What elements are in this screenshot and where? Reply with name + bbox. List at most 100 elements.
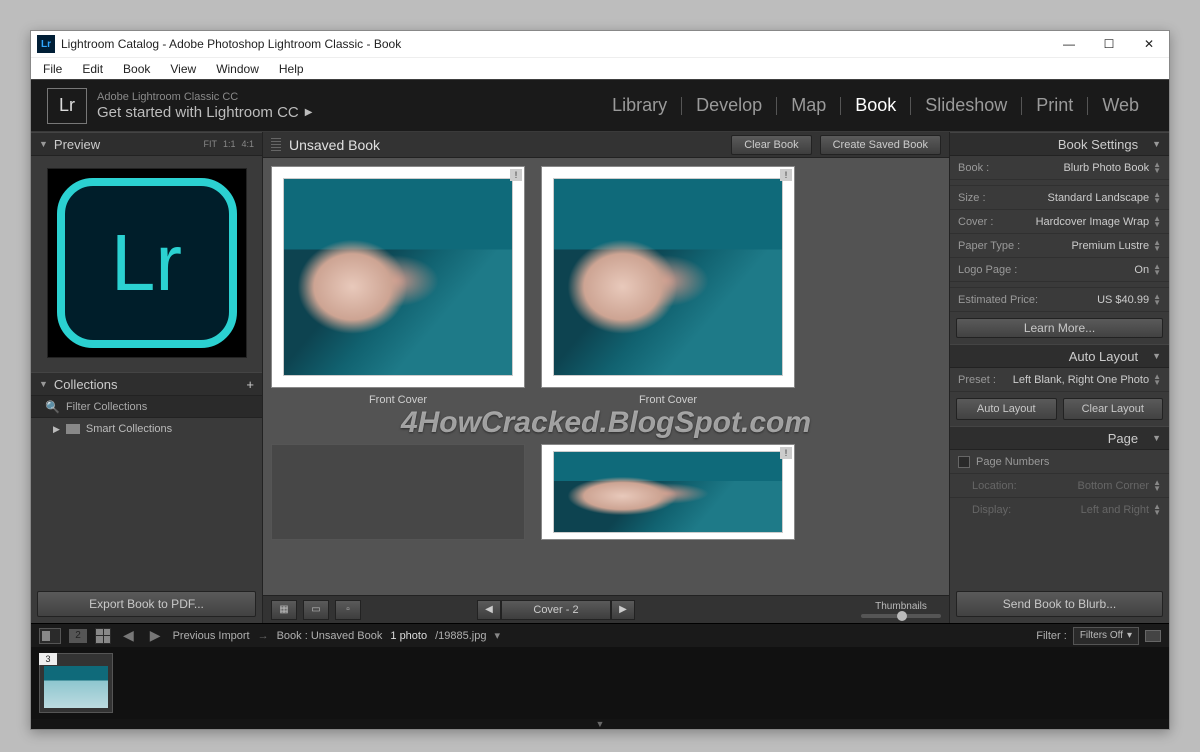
learn-more-button[interactable]: Learn More... <box>956 318 1163 338</box>
lightroom-logo: Lr <box>47 88 87 124</box>
book-settings-header[interactable]: Book Settings ▼ <box>950 132 1169 156</box>
module-develop[interactable]: Develop <box>682 95 776 116</box>
chevron-down-icon: ▼ <box>39 379 48 389</box>
clear-layout-button[interactable]: Clear Layout <box>1063 398 1164 420</box>
filmstrip-collapse-handle[interactable]: ▼ <box>31 719 1169 729</box>
preview-thumbnail[interactable]: Lr <box>47 168 247 358</box>
thumbnail-size-slider[interactable] <box>861 614 941 618</box>
preview-panel-header[interactable]: ▼ Preview FIT 1:1 4:1 <box>31 132 262 156</box>
page-navigator: ◀ Cover - 2 ▶ <box>477 600 635 620</box>
filter-label: Filter : <box>1036 630 1067 642</box>
window-maximize-button[interactable]: ☐ <box>1089 31 1129 57</box>
book-page-front-cover-2[interactable] <box>541 166 795 388</box>
auto-layout-button[interactable]: Auto Layout <box>956 398 1057 420</box>
setting-label: Cover : <box>958 216 993 228</box>
setting-value: On <box>1134 264 1149 276</box>
filter-collections-input[interactable]: 🔍 Filter Collections <box>31 396 262 418</box>
display-value: Left and Right <box>1081 504 1150 516</box>
pager-prev-button[interactable]: ◀ <box>477 600 501 620</box>
page-numbers-label: Page Numbers <box>976 456 1049 468</box>
right-panel: Book Settings ▼ Book : Blurb Photo Book▲… <box>949 132 1169 623</box>
stepper-icon: ▲▼ <box>1153 216 1161 228</box>
grid-view-icon[interactable] <box>95 628 111 644</box>
menu-edit[interactable]: Edit <box>74 60 111 78</box>
setting-cover[interactable]: Cover : Hardcover Image Wrap▲▼ <box>950 210 1169 234</box>
collections-tree-item[interactable]: ▶ Smart Collections <box>31 418 262 440</box>
add-collection-button[interactable]: + <box>246 377 254 392</box>
cover-photo <box>554 179 782 375</box>
book-page-front-cover[interactable] <box>271 166 525 388</box>
brand-sublabel[interactable]: Get started with Lightroom CC <box>97 104 299 121</box>
page-caption: Front Cover <box>369 394 427 406</box>
menu-view[interactable]: View <box>162 60 204 78</box>
setting-book[interactable]: Book : Blurb Photo Book▲▼ <box>950 156 1169 180</box>
zoom-fit[interactable]: FIT <box>203 139 217 149</box>
pager-next-button[interactable]: ▶ <box>611 600 635 620</box>
menu-window[interactable]: Window <box>208 60 267 78</box>
view-single-button[interactable]: ▫ <box>335 600 361 620</box>
collections-panel-header[interactable]: ▼ Collections + <box>31 372 262 396</box>
filmstrip-thumbnail[interactable]: 3 <box>39 653 113 713</box>
window-close-button[interactable]: ✕ <box>1129 31 1169 57</box>
module-print[interactable]: Print <box>1022 95 1087 116</box>
window-minimize-button[interactable]: — <box>1049 31 1089 57</box>
auto-layout-header[interactable]: Auto Layout ▼ <box>950 344 1169 368</box>
view-grid-button[interactable]: ▦ <box>271 600 297 620</box>
stepper-icon: ▲▼ <box>1153 240 1161 252</box>
menu-help[interactable]: Help <box>271 60 312 78</box>
drag-grip-icon[interactable] <box>271 138 281 152</box>
breadcrumb-book[interactable]: Book : Unsaved Book <box>277 630 383 642</box>
menu-book[interactable]: Book <box>115 60 158 78</box>
filter-switch[interactable] <box>1145 630 1161 642</box>
setting-value: Hardcover Image Wrap <box>1036 216 1150 228</box>
send-book-blurb-button[interactable]: Send Book to Blurb... <box>956 591 1163 617</box>
secondary-display-icon[interactable] <box>39 628 61 644</box>
preset-value: Left Blank, Right One Photo <box>1013 374 1149 386</box>
module-slideshow[interactable]: Slideshow <box>911 95 1021 116</box>
dropdown-icon[interactable]: ▾ <box>494 629 500 642</box>
setting-logo-page[interactable]: Logo Page : On▲▼ <box>950 258 1169 282</box>
module-map[interactable]: Map <box>777 95 840 116</box>
nav-forward-icon[interactable]: ▶ <box>146 627 165 644</box>
module-web[interactable]: Web <box>1088 95 1153 116</box>
location-value: Bottom Corner <box>1078 480 1150 492</box>
photo-count: 1 photo <box>390 630 427 642</box>
module-picker: Library Develop Map Book Slideshow Print… <box>598 95 1153 116</box>
filter-value: Filters Off <box>1080 630 1123 641</box>
setting-value: Premium Lustre <box>1071 240 1149 252</box>
window-title: Lightroom Catalog - Adobe Photoshop Ligh… <box>61 37 1049 51</box>
zoom-1-1[interactable]: 1:1 <box>223 139 236 149</box>
export-book-pdf-button[interactable]: Export Book to PDF... <box>37 591 256 617</box>
filmstrip-count-badge[interactable]: 2 <box>69 629 87 643</box>
filter-select[interactable]: Filters Off ▾ <box>1073 627 1139 645</box>
menu-file[interactable]: File <box>35 60 70 78</box>
setting-size[interactable]: Size : Standard Landscape▲▼ <box>950 186 1169 210</box>
price-label: Estimated Price: <box>958 294 1038 306</box>
filmstrip-header: 2 ◀ ▶ Previous Import → Book : Unsaved B… <box>31 623 1169 647</box>
slider-thumb[interactable] <box>897 611 907 621</box>
book-settings-title: Book Settings <box>1058 137 1138 152</box>
book-canvas[interactable]: Front Cover Front Cover <box>263 158 949 595</box>
window-titlebar: Lr Lightroom Catalog - Adobe Photoshop L… <box>31 31 1169 57</box>
module-book[interactable]: Book <box>841 95 910 116</box>
filter-collections-label: Filter Collections <box>66 401 147 413</box>
chevron-down-icon: ▼ <box>1152 351 1161 361</box>
display-label: Display: <box>972 504 1011 516</box>
page-section-header[interactable]: Page ▼ <box>950 426 1169 450</box>
nav-back-icon[interactable]: ◀ <box>119 627 138 644</box>
setting-preset[interactable]: Preset : Left Blank, Right One Photo▲▼ <box>950 368 1169 392</box>
view-spread-button[interactable]: ▭ <box>303 600 329 620</box>
book-page-blank[interactable] <box>271 444 525 540</box>
clear-book-button[interactable]: Clear Book <box>731 135 811 155</box>
page-numbers-toggle[interactable]: Page Numbers <box>950 450 1169 474</box>
create-saved-book-button[interactable]: Create Saved Book <box>820 135 941 155</box>
breadcrumb-previous-import[interactable]: Previous Import <box>173 630 250 642</box>
filmstrip[interactable]: 3 <box>31 647 1169 719</box>
setting-paper[interactable]: Paper Type : Premium Lustre▲▼ <box>950 234 1169 258</box>
module-library[interactable]: Library <box>598 95 681 116</box>
setting-value: Blurb Photo Book <box>1063 162 1149 174</box>
zoom-4-1[interactable]: 4:1 <box>241 139 254 149</box>
search-icon: 🔍 <box>45 400 60 414</box>
book-page-2[interactable] <box>541 444 795 540</box>
checkbox-icon[interactable] <box>958 456 970 468</box>
